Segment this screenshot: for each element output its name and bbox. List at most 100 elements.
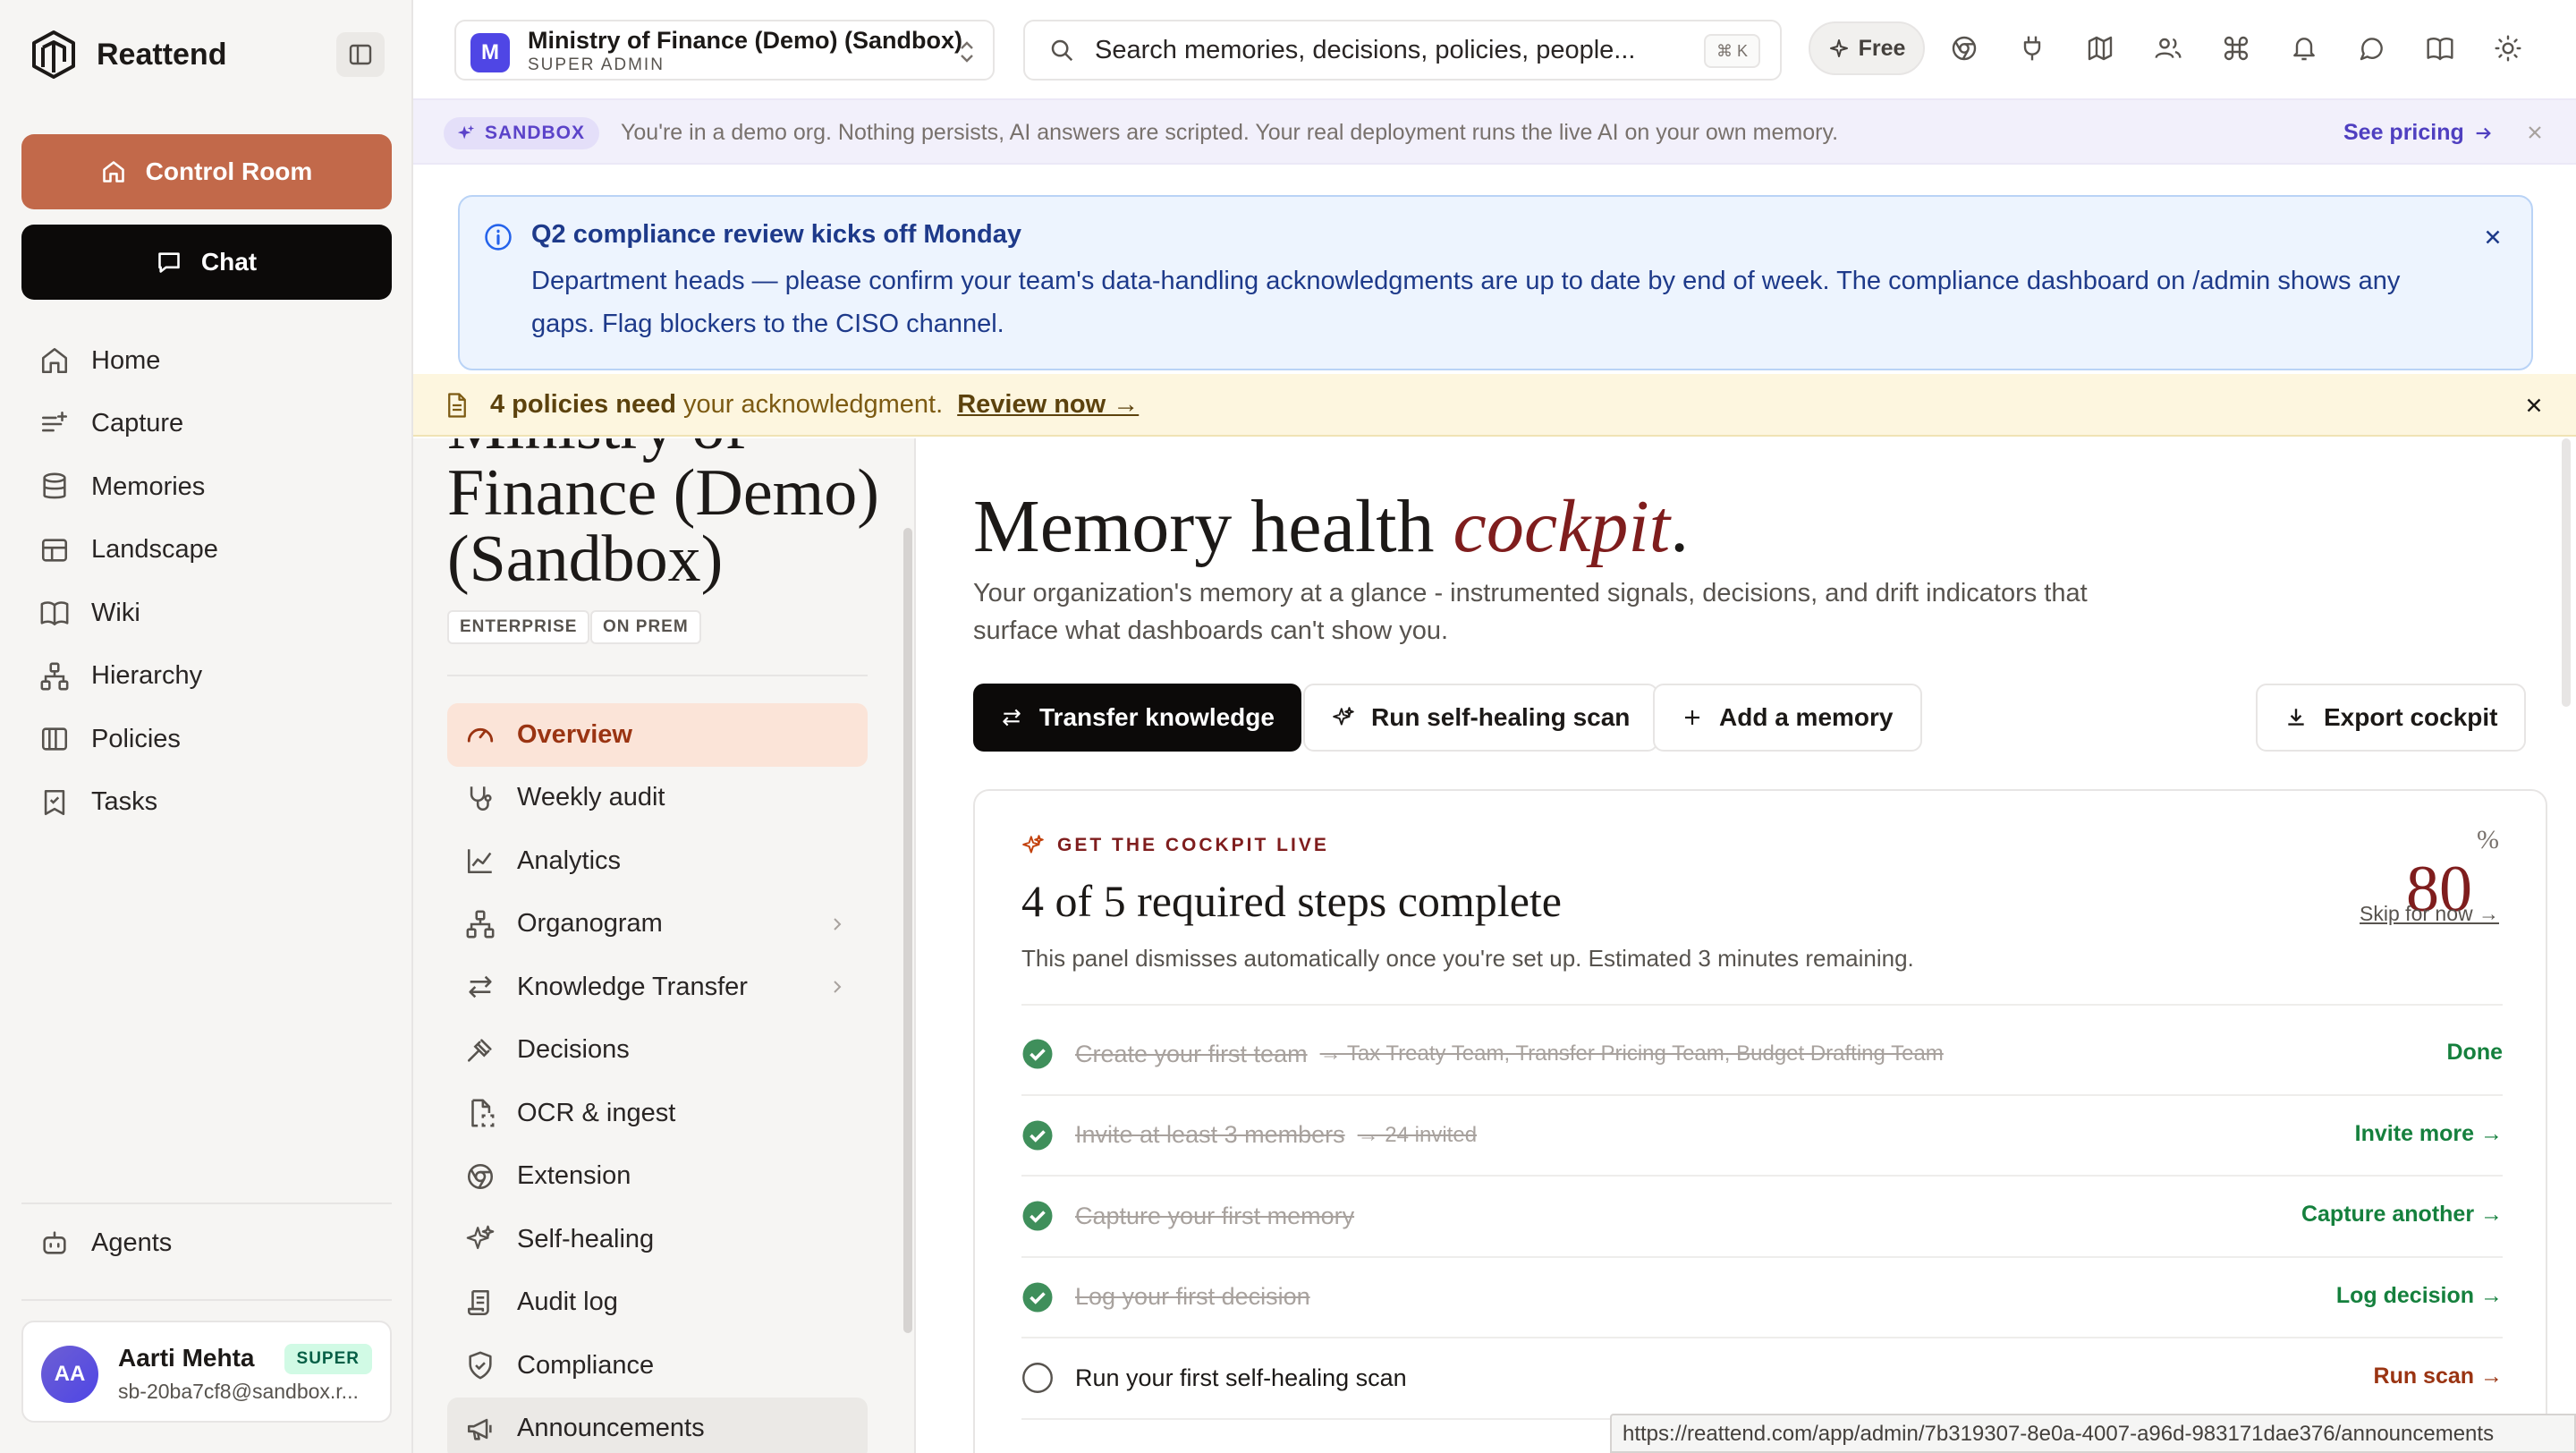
admin-nav-label: Audit log: [517, 1287, 618, 1317]
chrome-extension-button[interactable]: [1945, 29, 1984, 68]
command-palette-button[interactable]: [2216, 29, 2256, 68]
page-subtitle: Your organization's memory at a glance -…: [973, 579, 2088, 645]
run-scan-link[interactable]: Run scan →: [2374, 1364, 2503, 1389]
add-memory-button[interactable]: Add a memory: [1653, 684, 1922, 752]
log-decision-link[interactable]: Log decision →: [2336, 1283, 2503, 1309]
export-cockpit-button[interactable]: Export cockpit: [2256, 684, 2527, 752]
chat-button[interactable]: Chat: [21, 225, 392, 300]
chevron-right-icon: [834, 917, 842, 930]
theme-toggle-button[interactable]: [2488, 29, 2528, 68]
control-room-button[interactable]: Control Room: [21, 134, 392, 209]
admin-nav-panel: Ministry of Finance (Demo) (Sandbox) ENT…: [413, 438, 916, 1453]
admin-nav-extension[interactable]: Extension: [447, 1145, 868, 1209]
chat-bubble-icon: [158, 252, 180, 273]
admin-nav-audit-log[interactable]: Audit log: [447, 1271, 868, 1335]
check-circle-icon: [1022, 1039, 1053, 1069]
admin-nav-label: Extension: [517, 1161, 631, 1191]
search-input[interactable]: Search memories, decisions, policies, pe…: [1023, 20, 1782, 81]
docs-button[interactable]: [2420, 29, 2460, 68]
panel-scrollbar[interactable]: [903, 528, 912, 1333]
page-title-end: .: [1670, 485, 1690, 568]
brand-name: Reattend: [97, 37, 227, 72]
integrations-button[interactable]: [2012, 29, 2052, 68]
sidebar-toggle-icon: [349, 44, 372, 65]
sidebar-item-agents[interactable]: Agents: [39, 1228, 172, 1258]
capture-another-link[interactable]: Capture another →: [2301, 1202, 2503, 1228]
plan-button[interactable]: Free: [1809, 21, 1925, 75]
setup-step: Invite at least 3 members → 24 invited I…: [1021, 1096, 2503, 1177]
run-self-healing-button[interactable]: Run self-healing scan: [1303, 684, 1659, 752]
sidebar-item-tasks[interactable]: Tasks: [21, 771, 392, 835]
plug-icon: [2023, 36, 2041, 61]
admin-nav-overview[interactable]: Overview: [447, 703, 868, 767]
sidebar-item-label: Wiki: [91, 598, 140, 627]
admin-nav-label: OCR & ingest: [517, 1098, 676, 1127]
admin-nav-label: Self-healing: [517, 1224, 655, 1253]
setup-step: Log your first decision Log decision →: [1021, 1258, 2503, 1338]
dismiss-announcement-button[interactable]: [2481, 225, 2504, 249]
admin-nav-decisions[interactable]: Decisions: [447, 1019, 868, 1083]
sparkles-icon: [1333, 707, 1354, 726]
admin-nav-label: Knowledge Transfer: [517, 972, 748, 1001]
org-chart-icon: [466, 910, 495, 939]
people-button[interactable]: [2148, 29, 2188, 68]
admin-nav-analytics[interactable]: Analytics: [447, 829, 868, 893]
brand[interactable]: Reattend: [30, 27, 226, 82]
chevron-up-down-icon: [961, 41, 973, 63]
see-pricing-link[interactable]: See pricing: [2343, 120, 2493, 146]
chrome-icon: [1952, 36, 1977, 61]
transfer-knowledge-button[interactable]: Transfer knowledge: [973, 684, 1301, 752]
setup-step-detail: → 24 invited: [1357, 1122, 1478, 1147]
admin-nav-knowledge-transfer[interactable]: Knowledge Transfer: [447, 956, 868, 1019]
sparkles-icon: [1022, 835, 1044, 854]
org-switcher[interactable]: M Ministry of Finance (Demo) (Sandbox) S…: [454, 20, 995, 81]
user-menu[interactable]: AA Aarti Mehta SUPER sb-20ba7cf8@sandbox…: [21, 1321, 392, 1423]
notifications-button[interactable]: [2284, 29, 2324, 68]
skip-setup-link[interactable]: Skip for now →: [2360, 902, 2499, 926]
admin-nav-organogram[interactable]: Organogram: [447, 893, 868, 956]
sidebar-item-policies[interactable]: Policies: [21, 708, 392, 771]
dismiss-sandbox-button[interactable]: [2524, 122, 2546, 143]
sun-icon: [2495, 35, 2521, 62]
sidebar-item-memories[interactable]: Memories: [21, 455, 392, 519]
sidebar-item-capture[interactable]: Capture: [21, 393, 392, 456]
hierarchy-icon: [40, 662, 69, 691]
setup-step-label: Log your first decision: [1075, 1283, 1310, 1311]
main-scrollbar[interactable]: [2562, 438, 2571, 707]
setup-step-label: Capture your first memory: [1075, 1202, 1355, 1229]
user-name: Aarti Mehta: [118, 1344, 255, 1372]
setup-step-label: Create your first team: [1075, 1040, 1308, 1067]
setup-eyebrow-label: GET THE COCKPIT LIVE: [1057, 835, 1329, 855]
sparkles-icon: [1829, 39, 1848, 57]
setup-divider: [1021, 1004, 2503, 1006]
admin-nav-label: Compliance: [517, 1350, 655, 1380]
reattend-logo-icon: [30, 30, 77, 80]
admin-nav-compliance[interactable]: Compliance: [447, 1334, 868, 1398]
close-icon: [2527, 398, 2541, 412]
admin-nav-weekly-audit[interactable]: Weekly audit: [447, 767, 868, 830]
sidebar-item-landscape[interactable]: Landscape: [21, 519, 392, 582]
sidebar-item-hierarchy[interactable]: Hierarchy: [21, 645, 392, 709]
policies-icon: [41, 727, 68, 751]
invite-more-link[interactable]: Invite more →: [2355, 1121, 2503, 1147]
map-icon: [2088, 36, 2113, 61]
sidebar-item-home[interactable]: Home: [21, 329, 392, 393]
close-icon: [2486, 230, 2500, 244]
admin-nav-ocr-ingest[interactable]: OCR & ingest: [447, 1082, 868, 1145]
review-now-link[interactable]: Review now →: [957, 390, 1139, 419]
messages-button[interactable]: [2352, 29, 2392, 68]
command-icon: [2224, 36, 2249, 61]
dismiss-policy-banner-button[interactable]: [2522, 394, 2546, 417]
add-memory-label: Add a memory: [1719, 703, 1894, 731]
collapse-sidebar-button[interactable]: [336, 32, 385, 77]
admin-nav-self-healing[interactable]: Self-healing: [447, 1208, 868, 1271]
chat-label: Chat: [200, 248, 258, 276]
admin-nav-announcements[interactable]: Announcements: [447, 1397, 868, 1453]
setup-title: 4 of 5 required steps complete: [1021, 876, 1562, 926]
org-avatar: M: [470, 33, 510, 72]
panel-divider: [447, 675, 868, 676]
link-preview-status: https://reattend.com/app/admin/7b319307-…: [1610, 1414, 2576, 1453]
sidebar-item-wiki[interactable]: Wiki: [21, 582, 392, 645]
map-button[interactable]: [2080, 29, 2120, 68]
megaphone-icon: [467, 1418, 492, 1440]
